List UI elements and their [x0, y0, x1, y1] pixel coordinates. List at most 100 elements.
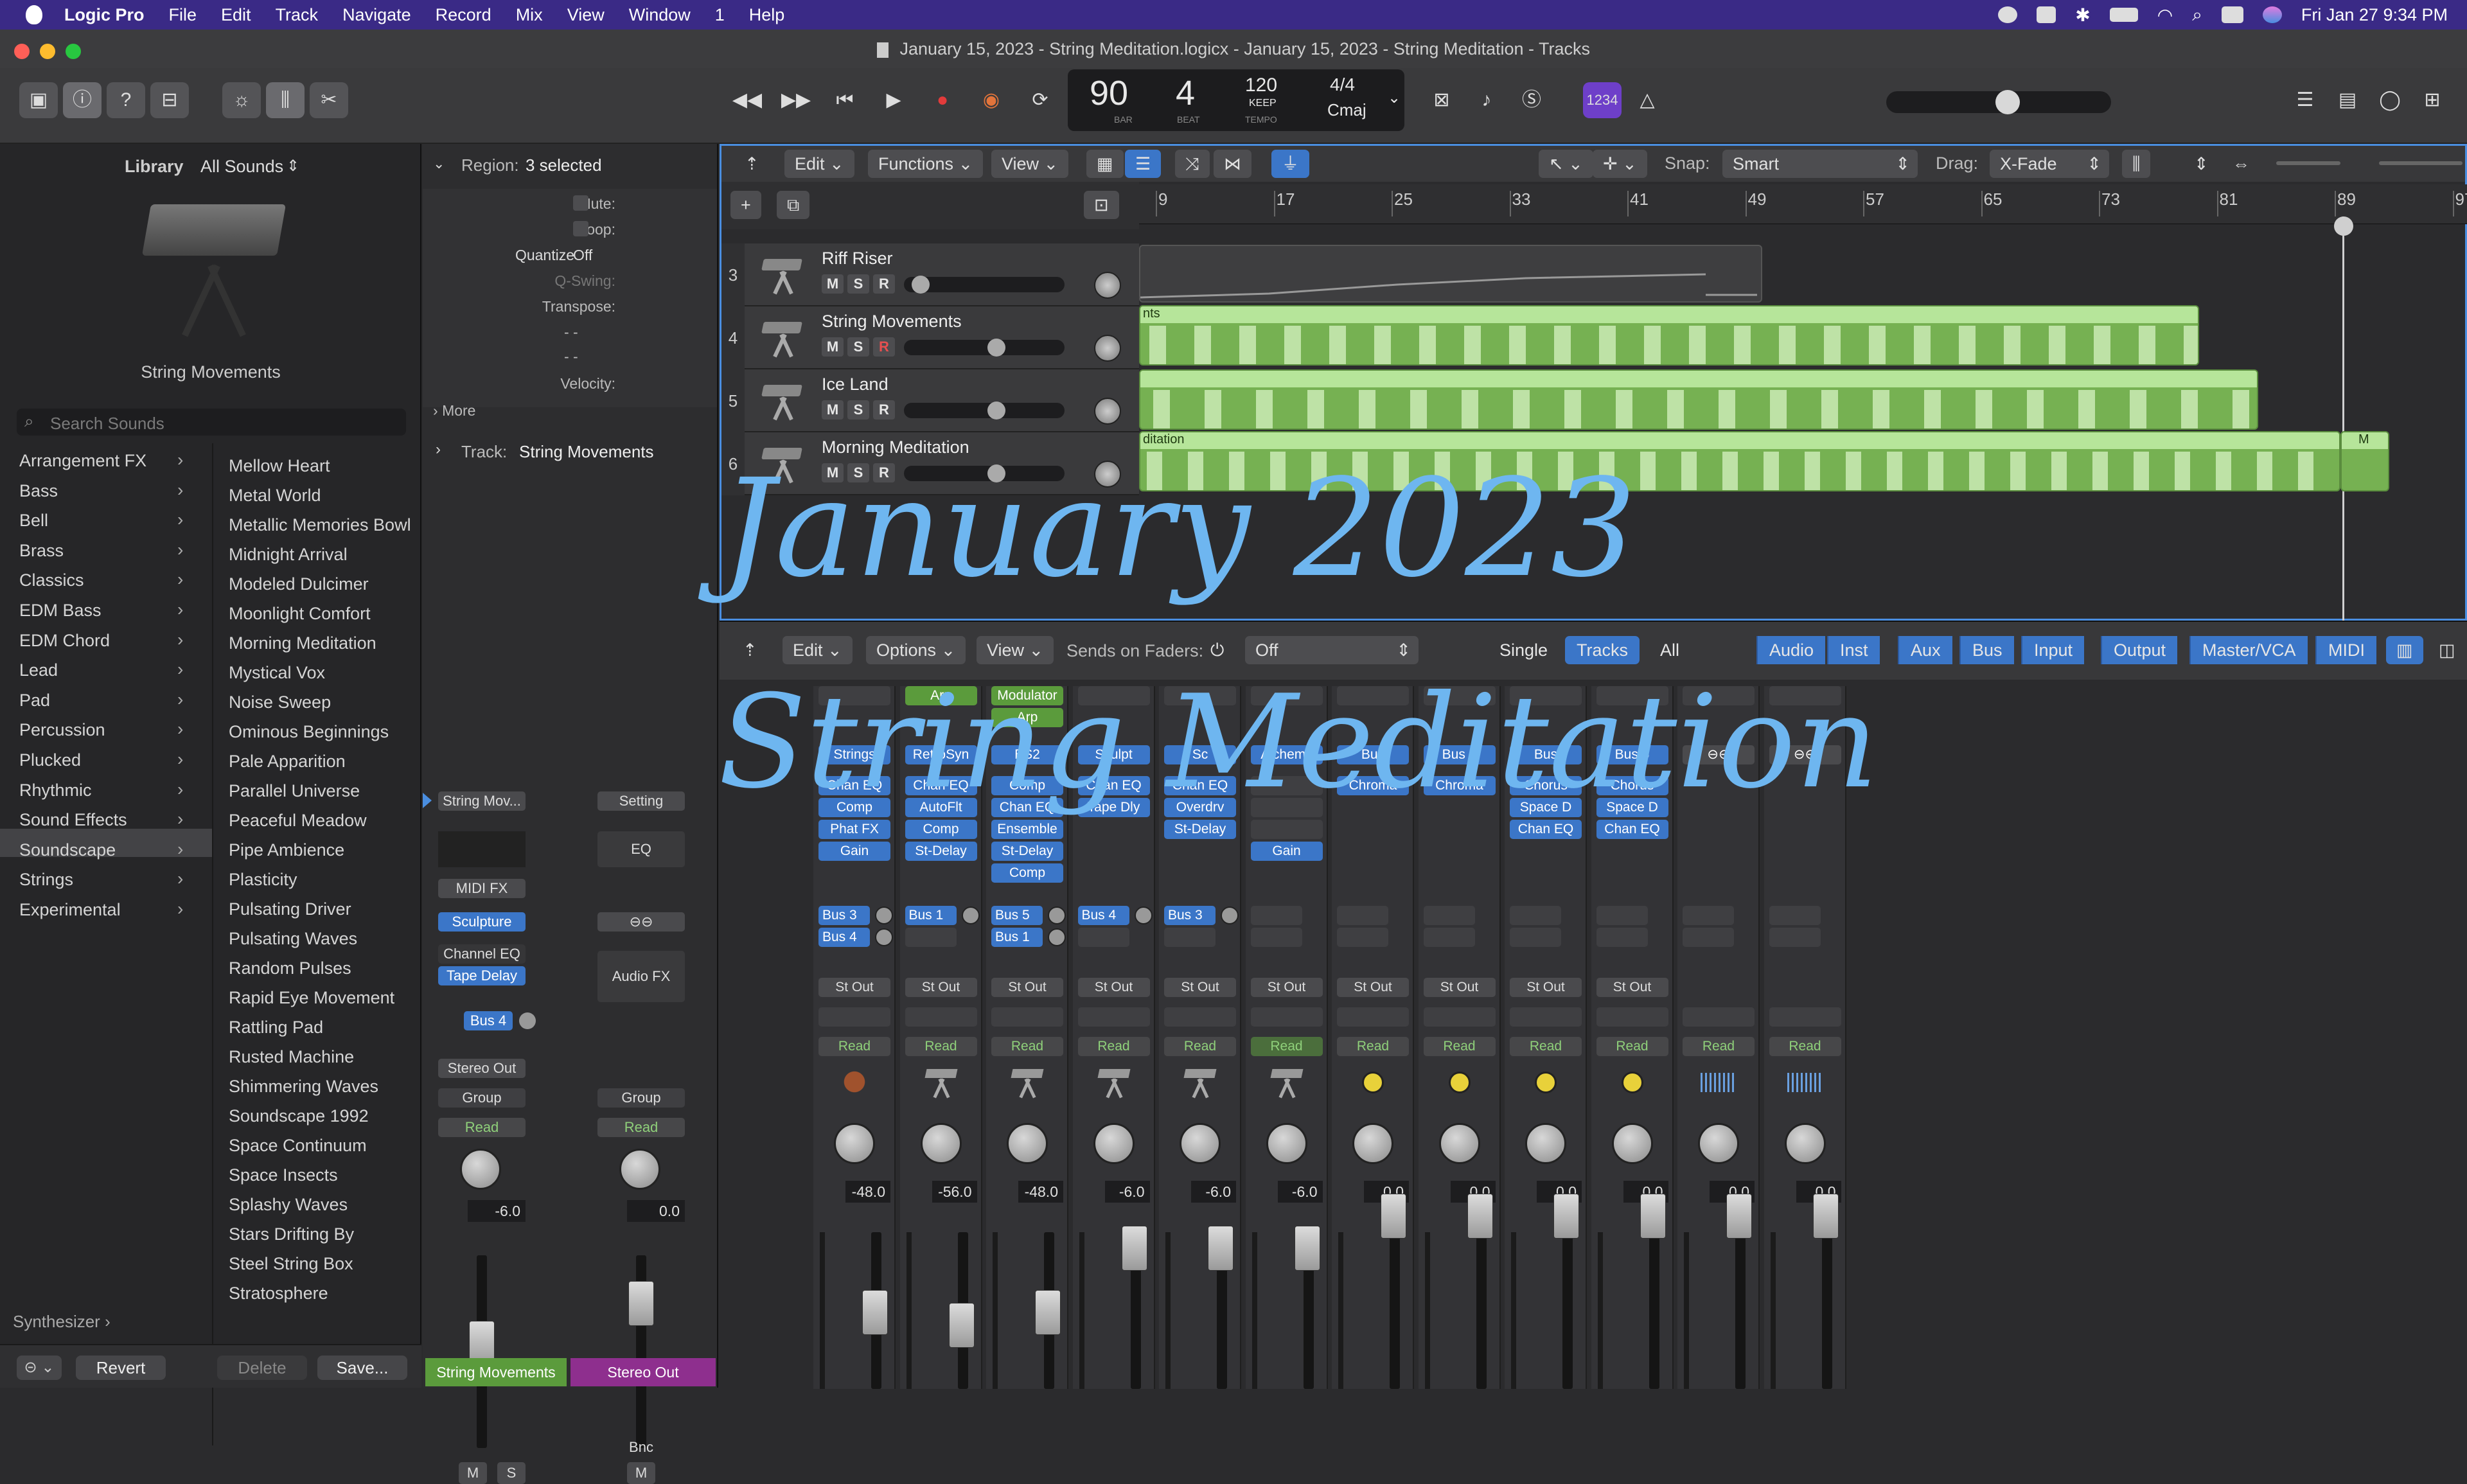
waveform-zoom-button[interactable]: ⫼	[2122, 150, 2150, 178]
audio-fx-slot[interactable]: Ensemble	[991, 820, 1063, 839]
quick-help-button[interactable]: ?	[107, 82, 145, 118]
sound-item[interactable]: Shimmering Waves	[229, 1077, 378, 1097]
tuner-button[interactable]: ♪	[1467, 82, 1506, 118]
sound-item[interactable]: Soundscape 1992	[229, 1106, 369, 1126]
sound-item[interactable]: Metal World	[229, 486, 321, 506]
volume-fader-handle[interactable]	[1553, 1194, 1579, 1239]
volume-value[interactable]: -48.0	[845, 1181, 890, 1203]
menu-view[interactable]: View	[567, 5, 605, 25]
volume-value[interactable]: -6.0	[468, 1200, 526, 1222]
send-slot[interactable]: Bus 4	[818, 928, 870, 947]
track-name[interactable]: Riff Riser	[822, 249, 893, 269]
sound-item[interactable]: Pulsating Waves	[229, 929, 357, 949]
group-slot[interactable]	[1251, 1007, 1323, 1027]
output-pan-knob[interactable]	[619, 1149, 660, 1190]
empty-send-slot[interactable]	[1683, 906, 1734, 925]
pan-knob[interactable]	[460, 1149, 501, 1190]
empty-send-slot[interactable]	[1424, 928, 1475, 947]
menu-help[interactable]: Help	[749, 5, 785, 25]
metronome-button[interactable]: △	[1628, 82, 1667, 118]
sound-item[interactable]: Metallic Memories Bowl	[229, 515, 411, 535]
volume-value[interactable]: -56.0	[932, 1181, 977, 1203]
track-header[interactable]: 4String MovementsMSR	[721, 306, 1139, 369]
sends-power-button[interactable]: ⏻	[1200, 636, 1234, 664]
volume-value[interactable]: -48.0	[1018, 1181, 1063, 1203]
battery-icon[interactable]	[2110, 8, 2138, 22]
solo-button[interactable]: S	[497, 1462, 526, 1484]
sound-item[interactable]: Space Continuum	[229, 1136, 367, 1156]
pan-knob[interactable]	[921, 1123, 962, 1164]
vertical-zoom-slider[interactable]	[2276, 161, 2340, 165]
output-slot[interactable]: Stereo Out	[438, 1059, 526, 1078]
category-item[interactable]: Bell	[19, 511, 48, 531]
volume-fader-handle[interactable]	[1208, 1226, 1234, 1271]
catch-button[interactable]: ⏚	[1271, 150, 1309, 178]
count-in-button[interactable]: 1234	[1583, 82, 1622, 118]
region-ice-land[interactable]	[1139, 369, 2258, 430]
pointer-tool-menu[interactable]: ↖ ⌄	[1539, 150, 1593, 178]
midi-fx-slot[interactable]: MIDI FX	[438, 879, 526, 898]
group-slot[interactable]	[991, 1007, 1063, 1027]
menu-mix[interactable]: Mix	[516, 5, 543, 25]
add-track-button[interactable]: +	[730, 191, 761, 219]
category-item[interactable]: Rhythmic	[19, 781, 92, 800]
more-disclosure[interactable]: › More	[433, 402, 475, 420]
pan-knob[interactable]	[1439, 1123, 1480, 1164]
track-pan-knob[interactable]	[1094, 335, 1121, 362]
output-slot[interactable]: St Out	[905, 978, 977, 997]
track-volume-slider[interactable]	[904, 340, 1065, 355]
output-eq-slot[interactable]: EQ	[597, 831, 685, 867]
automation-mode-button[interactable]: Read	[1337, 1037, 1409, 1056]
status-icon[interactable]	[1998, 6, 2017, 23]
send-slot[interactable]: Bus 3	[818, 906, 870, 925]
mode-tracks[interactable]: Tracks	[1565, 636, 1640, 664]
category-item[interactable]: Classics	[19, 570, 84, 590]
category-item[interactable]: Plucked	[19, 750, 81, 770]
search-icon[interactable]: ⌕	[2192, 4, 2202, 26]
output-group-slot[interactable]: Group	[597, 1088, 685, 1108]
audio-fx-slot[interactable]: Chan EQ	[1596, 820, 1668, 839]
volume-value[interactable]: -6.0	[1191, 1181, 1236, 1203]
pan-knob[interactable]	[1093, 1123, 1135, 1164]
back-button[interactable]: ⇡	[734, 150, 770, 178]
category-item[interactable]: Experimental	[19, 900, 121, 920]
empty-send-slot[interactable]	[1337, 906, 1388, 925]
control-center-icon[interactable]	[2222, 6, 2243, 23]
duplicate-track-button[interactable]: ⧉	[777, 191, 809, 219]
category-item[interactable]: EDM Chord	[19, 631, 110, 651]
replace-button[interactable]: ⊠	[1422, 82, 1461, 118]
audio-fx-slot[interactable]: Comp	[905, 820, 977, 839]
category-item[interactable]: Arrangement FX	[19, 451, 146, 471]
output-audio-fx-slot[interactable]: Audio FX	[597, 951, 685, 1002]
global-tracks-button[interactable]: ⊡	[1084, 191, 1119, 219]
send-level-knob[interactable]	[1048, 928, 1066, 946]
sound-item[interactable]: Space Insects	[229, 1165, 338, 1185]
automation-mode-button[interactable]: Read	[1769, 1037, 1841, 1056]
group-slot[interactable]	[818, 1007, 890, 1027]
menu-1[interactable]: 1	[715, 5, 725, 25]
volume-value[interactable]: -6.0	[1278, 1181, 1323, 1203]
empty-send-slot[interactable]	[1424, 906, 1475, 925]
zoom-window-button[interactable]	[66, 44, 81, 59]
send-slot[interactable]: Bus 4	[1078, 906, 1129, 925]
capture-recording-button[interactable]: ◉	[970, 82, 1012, 118]
category-item[interactable]: Percussion	[19, 720, 105, 740]
vertical-fit-button[interactable]: ⇕	[2184, 150, 2219, 178]
strip-2-name[interactable]: Stereo Out	[570, 1358, 716, 1386]
output-mute-button[interactable]: M	[627, 1462, 655, 1484]
list-editors-button[interactable]: ☰	[2287, 82, 2323, 118]
output-setting-button[interactable]: Setting	[597, 791, 685, 811]
track-record-button[interactable]: R	[873, 400, 895, 420]
group-slot[interactable]: Group	[438, 1088, 526, 1108]
volume-fader-handle[interactable]	[1295, 1226, 1320, 1271]
automation-mode-button[interactable]: Read	[1510, 1037, 1582, 1056]
region-morning-meditation-tail[interactable]: M	[2340, 431, 2389, 491]
track-solo-button[interactable]: S	[847, 337, 869, 357]
record-button[interactable]: ●	[921, 82, 964, 118]
mixer-options-menu[interactable]: Options ⌄	[866, 636, 966, 664]
sound-item[interactable]: Rapid Eye Movement	[229, 988, 394, 1008]
volume-fader-handle[interactable]	[1813, 1194, 1839, 1239]
filter-aux[interactable]: Aux	[1898, 636, 1952, 664]
save-button[interactable]: Save...	[317, 1356, 407, 1380]
quantize-value[interactable]: Off	[573, 247, 592, 264]
